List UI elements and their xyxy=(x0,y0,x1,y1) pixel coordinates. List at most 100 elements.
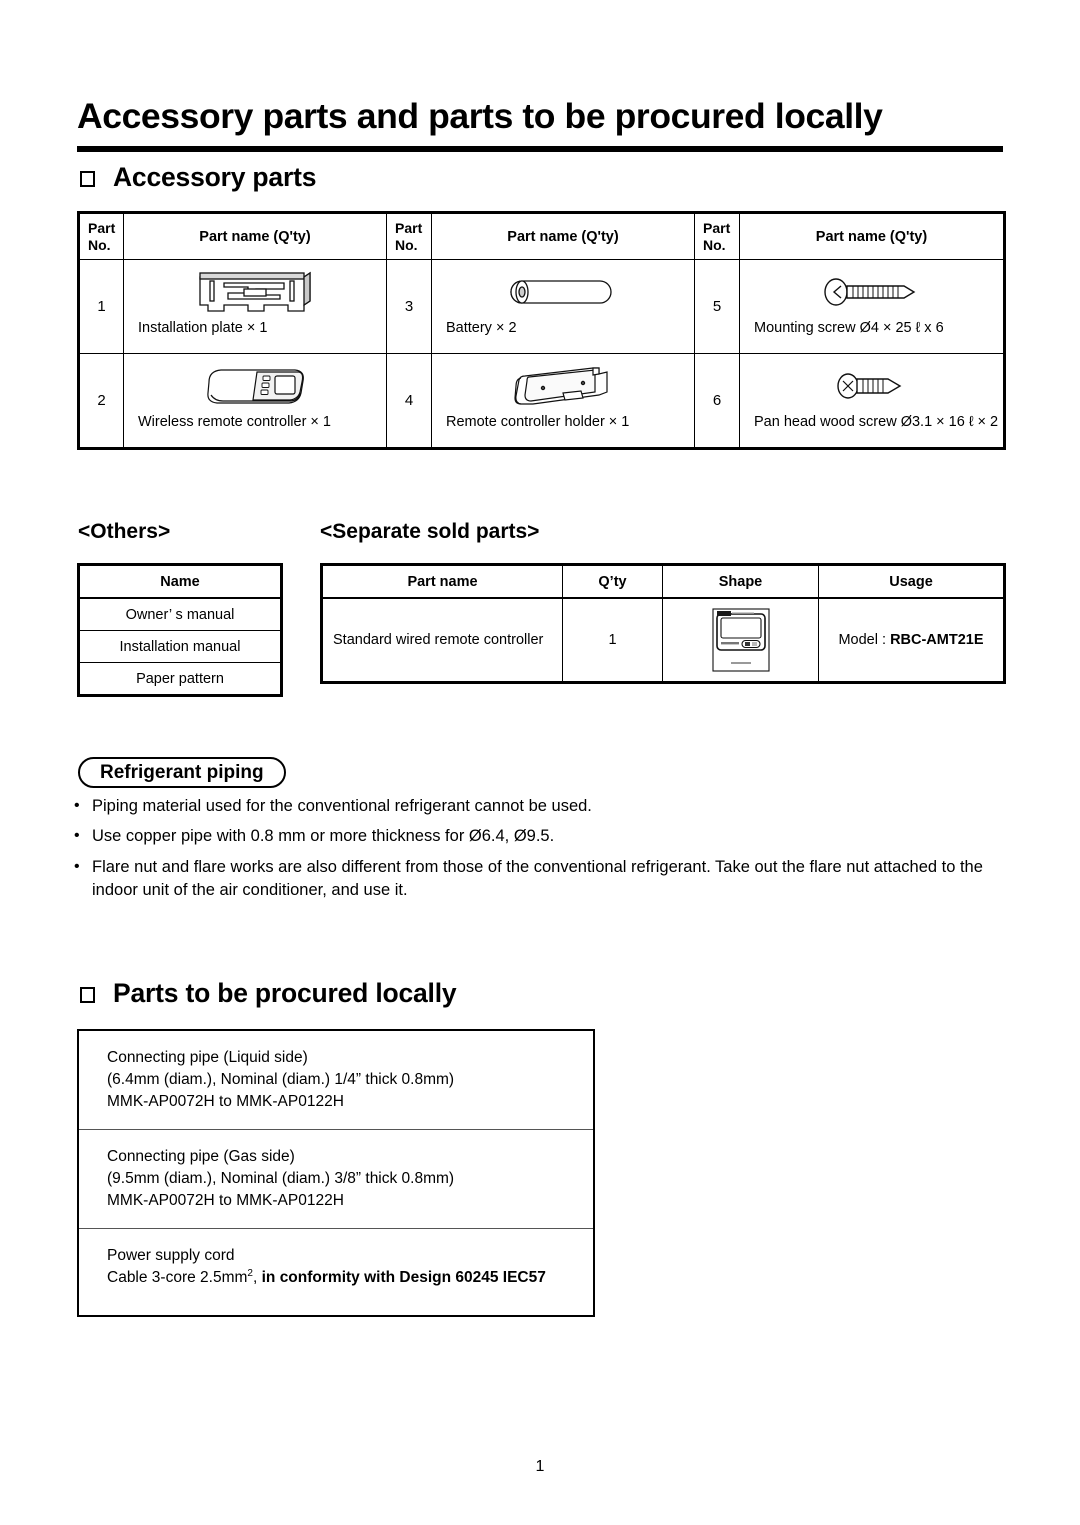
header-part-no-3: Part No. xyxy=(694,210,740,261)
section-heading-label: Accessory parts xyxy=(113,162,317,192)
bullet-dot-icon: • xyxy=(74,827,80,845)
page-number: 1 xyxy=(535,1458,545,1475)
table-row: 1 Installation plate × 1 3 Battery × 2 5… xyxy=(77,259,1006,355)
part-name-label: Wireless remote controller × 1 xyxy=(138,414,331,431)
cell-usage: Model : RBC-AMT21E xyxy=(818,597,1006,684)
section-heading-accessory-parts: Accessory parts xyxy=(80,162,316,193)
list-item: • Use copper pipe with 0.8 mm or more th… xyxy=(74,825,1004,848)
header-part-name-1: Part name (Q'ty) xyxy=(123,210,387,261)
table-row: Standard wired remote controller 1 Model… xyxy=(320,597,1006,684)
procured-line-2: (9.5mm (diam.), Nominal (diam.) 3/8” thi… xyxy=(107,1170,455,1187)
others-row-installation-manual: Installation manual xyxy=(77,630,283,663)
wireless-remote-controller-icon xyxy=(124,354,386,415)
mounting-screw-icon xyxy=(740,260,1003,321)
part-no-cell: 2 xyxy=(77,353,124,451)
header-part-no-line1: Part xyxy=(703,220,731,236)
header-part-no-line1: Part xyxy=(88,220,116,236)
others-row-owners-manual: Owner’ s manual xyxy=(77,597,283,631)
cell-qty: 1 xyxy=(562,597,663,684)
procured-line-1: Connecting pipe (Gas side) xyxy=(107,1148,295,1165)
table-row: Owner’ s manual xyxy=(77,597,283,631)
table-row: Paper pattern xyxy=(77,662,283,697)
square-bullet-icon xyxy=(80,170,95,187)
part-name-label: Mounting screw Ø4 × 25 ℓ x 6 xyxy=(754,320,944,337)
others-table: Name Owner’ s manual Installation manual… xyxy=(77,563,283,697)
procured-line-2: (6.4mm (diam.), Nominal (diam.) 1/4” thi… xyxy=(107,1071,455,1088)
part-name-label: Battery × 2 xyxy=(446,320,517,337)
table-row: 2 Wireless remote controller × 1 4 Remot… xyxy=(77,353,1006,451)
procured-line-2: Cable 3-core 2.5mm2, in conformity with … xyxy=(107,1267,593,1289)
part-no-cell: 4 xyxy=(386,353,432,451)
bullet-text: Use copper pipe with 0.8 mm or more thic… xyxy=(92,827,555,846)
separate-sold-parts-label: <Separate sold parts> xyxy=(320,520,540,543)
list-item: • Flare nut and flare works are also dif… xyxy=(74,856,1004,903)
header-part-no-1: Part No. xyxy=(77,210,124,261)
part-cell-mounting-screw: Mounting screw Ø4 × 25 ℓ x 6 xyxy=(739,259,1006,355)
installation-plate-icon xyxy=(124,260,386,321)
table-header-row: Part name Q’ty Shape Usage xyxy=(320,563,1006,599)
header-part-name: Part name xyxy=(320,563,563,599)
header-part-no-line2: No. xyxy=(395,236,418,253)
procured-row-power-supply-cord: Power supply cord Cable 3-core 2.5mm2, i… xyxy=(79,1229,593,1315)
refrigerant-piping-bullet-list: • Piping material used for the conventio… xyxy=(74,795,1004,910)
part-cell-installation-plate: Installation plate × 1 xyxy=(123,259,387,355)
procured-line-3: MMK-AP0072H to MMK-AP0122H xyxy=(107,1093,344,1110)
document-page: Accessory parts and parts to be procured… xyxy=(0,0,1080,1525)
part-cell-wireless-remote-controller: Wireless remote controller × 1 xyxy=(123,353,387,451)
wired-remote-controller-icon xyxy=(711,608,770,672)
header-shape: Shape xyxy=(662,563,819,599)
title-underline-rule xyxy=(77,146,1003,152)
page-title: Accessory parts and parts to be procured… xyxy=(77,96,883,136)
part-name-label: Installation plate × 1 xyxy=(138,320,268,337)
section-heading-label: Parts to be procured locally xyxy=(113,978,457,1008)
bullet-dot-icon: • xyxy=(74,797,80,814)
header-part-no-line2: No. xyxy=(88,236,111,253)
bullet-text: Flare nut and flare works are also diffe… xyxy=(92,857,983,900)
table-header-row: Name xyxy=(77,563,283,599)
part-no-cell: 1 xyxy=(77,259,124,355)
table-header-row: Part No. Part name (Q'ty) Part No. Part … xyxy=(77,210,1006,261)
part-cell-battery: Battery × 2 xyxy=(431,259,695,355)
header-usage: Usage xyxy=(818,563,1006,599)
part-cell-remote-controller-holder: Remote controller holder × 1 xyxy=(431,353,695,451)
section-heading-procured-locally: Parts to be procured locally xyxy=(80,978,457,1009)
separate-sold-parts-table: Part name Q’ty Shape Usage Standard wire… xyxy=(320,563,1006,684)
refrigerant-piping-label: Refrigerant piping xyxy=(100,761,264,783)
refrigerant-piping-badge: Refrigerant piping xyxy=(78,757,286,788)
cable-prefix: Cable 3-core 2.5mm xyxy=(107,1269,248,1286)
cell-part-name: Standard wired remote controller xyxy=(320,597,563,684)
bullet-dot-icon: • xyxy=(74,857,80,875)
header-part-no-line2: No. xyxy=(703,236,726,253)
usage-prefix: Model : xyxy=(838,632,891,648)
procured-row-liquid-pipe: Connecting pipe (Liquid side) (6.4mm (di… xyxy=(79,1031,593,1130)
table-row: Installation manual xyxy=(77,630,283,663)
procured-line-1: Power supply cord xyxy=(107,1247,235,1264)
header-part-no-line1: Part xyxy=(395,220,423,236)
procured-line-1: Connecting pipe (Liquid side) xyxy=(107,1049,308,1066)
others-row-paper-pattern: Paper pattern xyxy=(77,662,283,697)
cable-conformity: in conformity with Design 60245 IEC57 xyxy=(261,1269,546,1286)
part-no-cell: 3 xyxy=(386,259,432,355)
part-no-cell: 6 xyxy=(694,353,740,451)
procured-parts-box: Connecting pipe (Liquid side) (6.4mm (di… xyxy=(77,1029,595,1317)
usage-model: RBC-AMT21E xyxy=(890,632,984,648)
accessory-parts-table: Part No. Part name (Q'ty) Part No. Part … xyxy=(77,210,1006,451)
header-part-name-3: Part name (Q'ty) xyxy=(739,210,1006,261)
procured-line-3: MMK-AP0072H to MMK-AP0122H xyxy=(107,1192,344,1209)
remote-controller-holder-icon xyxy=(432,354,694,415)
others-label: <Others> xyxy=(78,520,171,543)
list-item: • Piping material used for the conventio… xyxy=(74,795,1004,818)
header-part-name-2: Part name (Q'ty) xyxy=(431,210,695,261)
cable-mid: , xyxy=(252,1269,262,1286)
part-cell-pan-head-wood-screw: Pan head wood screw Ø3.1 × 16 ℓ × 2 xyxy=(739,353,1006,451)
square-bullet-icon xyxy=(80,986,95,1003)
procured-row-gas-pipe: Connecting pipe (Gas side) (9.5mm (diam.… xyxy=(79,1130,593,1229)
pan-head-wood-screw-icon xyxy=(740,354,1003,415)
header-qty: Q’ty xyxy=(562,563,663,599)
part-name-label: Pan head wood screw Ø3.1 × 16 ℓ × 2 xyxy=(754,414,999,431)
cell-shape xyxy=(662,597,819,684)
part-no-cell: 5 xyxy=(694,259,740,355)
bullet-text: Piping material used for the conventiona… xyxy=(92,797,592,815)
header-name: Name xyxy=(77,563,283,599)
battery-icon xyxy=(432,260,694,321)
